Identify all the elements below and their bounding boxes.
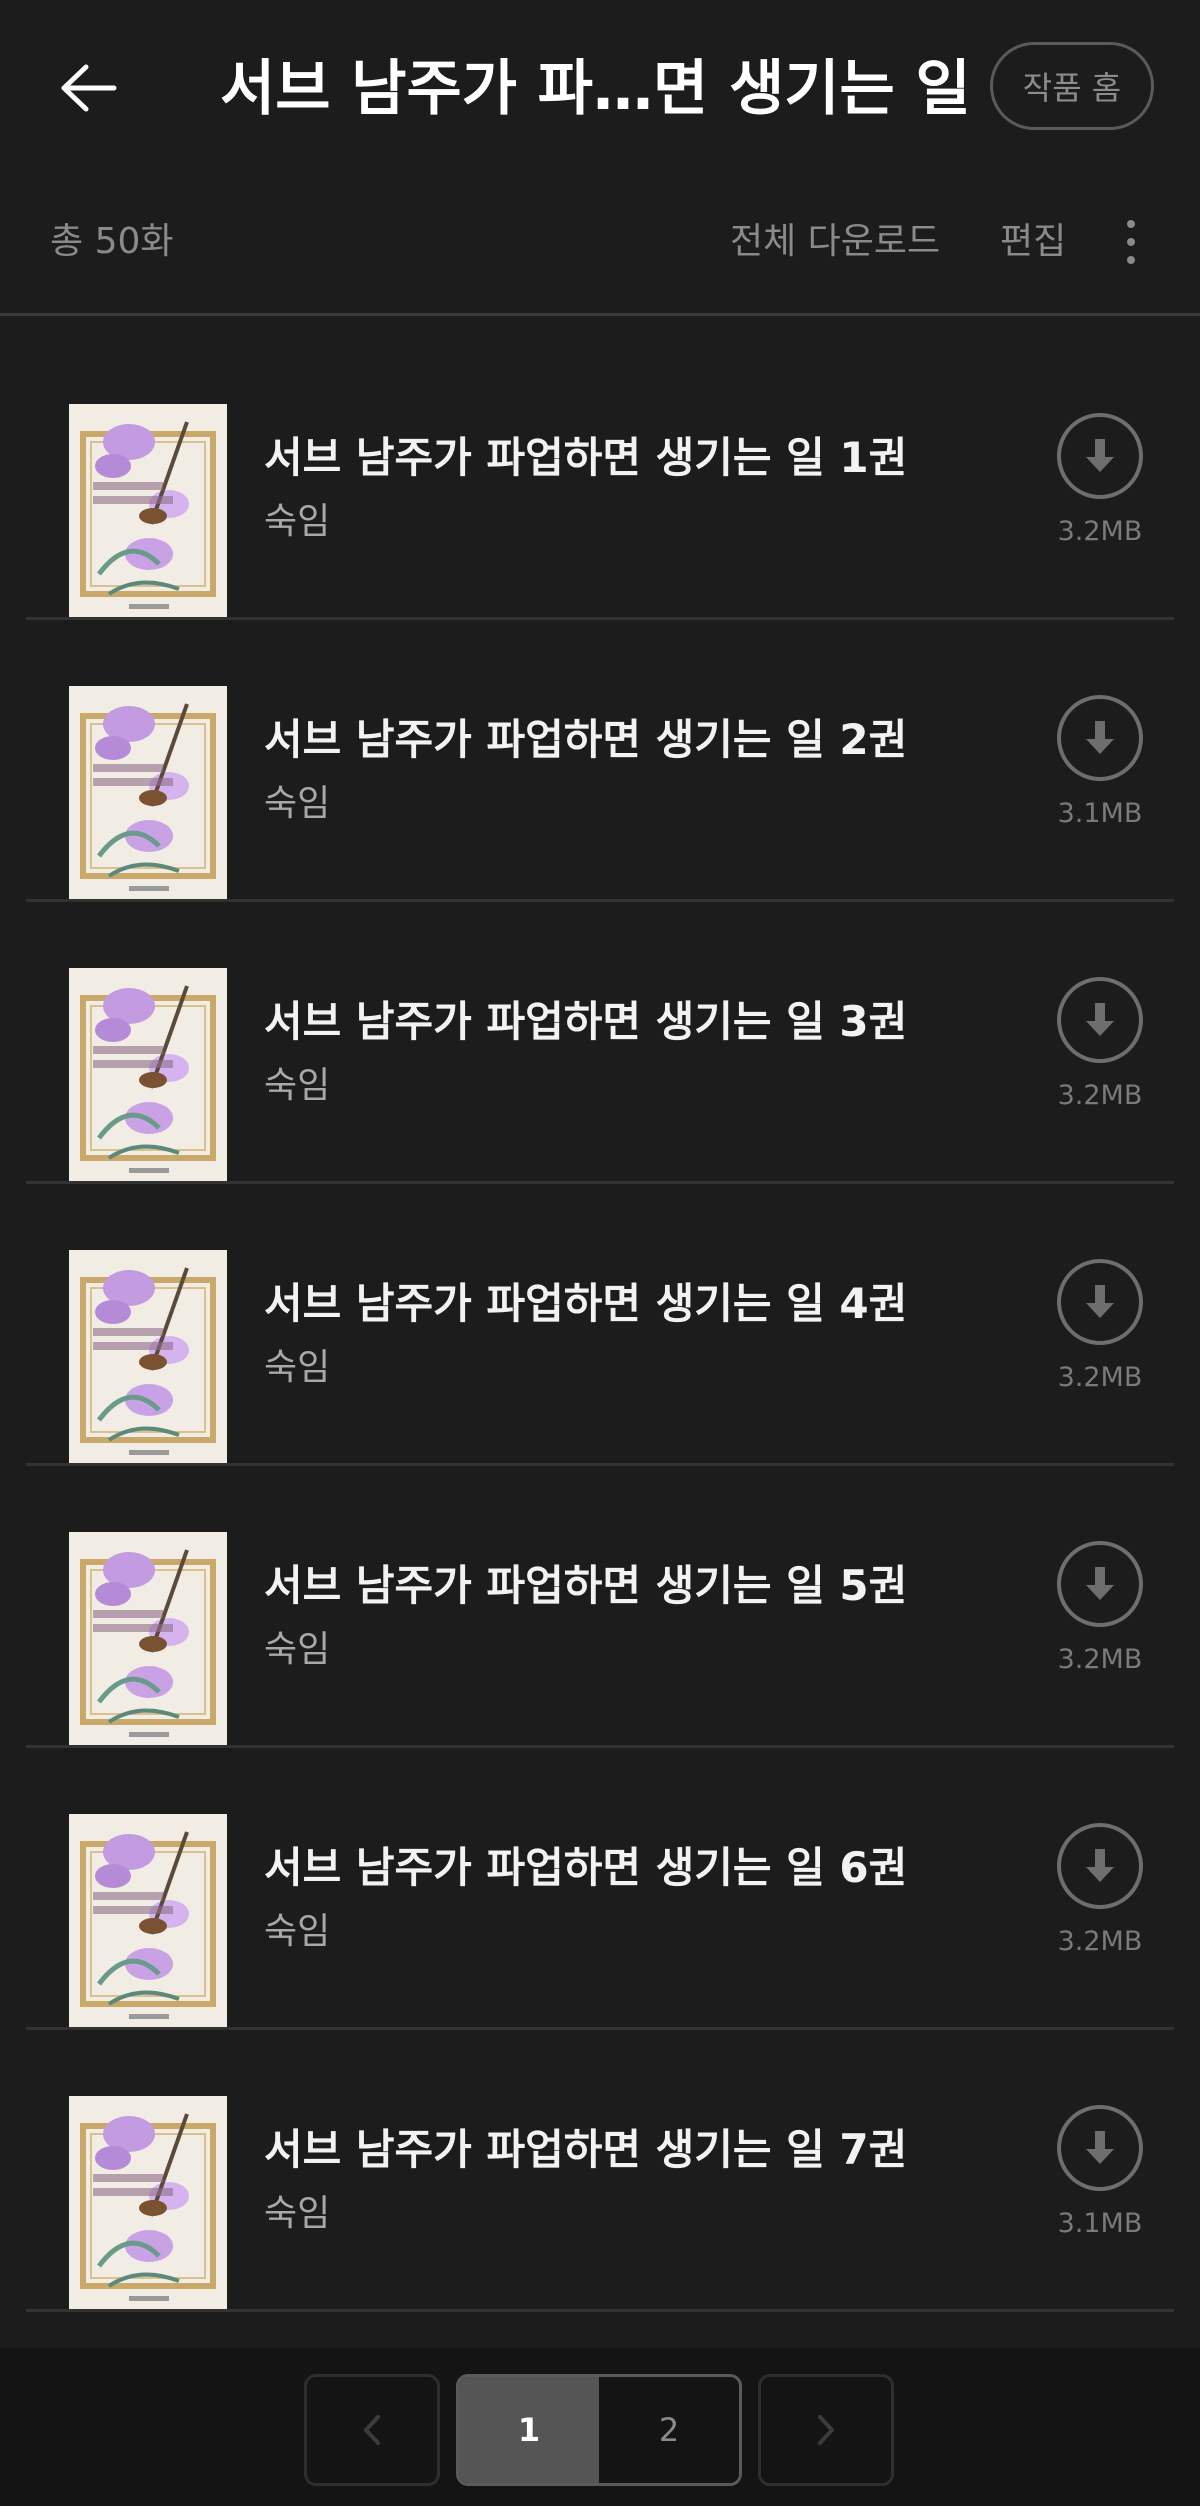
episode-title: 서브 남주가 파업하면 생기는 일 1권 xyxy=(264,433,908,482)
download-icon xyxy=(1057,1823,1143,1909)
episode-item[interactable]: 서브 남주가 파업하면 생기는 일 1권 숙임 3.2MB xyxy=(26,340,1174,620)
item-divider xyxy=(26,1745,1174,1748)
download-button[interactable] xyxy=(1056,1822,1144,1910)
download-button[interactable] xyxy=(1056,1540,1144,1628)
episode-author: 숙임 xyxy=(264,501,331,542)
episode-count: 총 50화 xyxy=(50,221,174,262)
page-title: 서브 남주가 파…면 생기는 일 xyxy=(220,54,970,124)
episode-item[interactable]: 서브 남주가 파업하면 생기는 일 3권 숙임 3.2MB xyxy=(26,904,1174,1184)
book-cover xyxy=(69,1532,227,1746)
download-button[interactable] xyxy=(1056,1258,1144,1346)
file-size: 3.2MB xyxy=(1057,1362,1143,1393)
back-arrow-icon xyxy=(61,64,117,112)
page-2-button[interactable]: 2 xyxy=(599,2377,739,2483)
book-cover xyxy=(69,404,227,618)
episode-item[interactable]: 서브 남주가 파업하면 생기는 일 5권 숙임 3.2MB xyxy=(26,1468,1174,1748)
download-all-button[interactable]: 전체 다운로드 xyxy=(730,200,940,284)
chevron-left-icon xyxy=(364,2415,380,2445)
episode-item[interactable]: 서브 남주가 파업하면 생기는 일 2권 숙임 3.1MB xyxy=(26,622,1174,902)
episode-title: 서브 남주가 파업하면 생기는 일 3권 xyxy=(264,997,908,1046)
episode-author: 숙임 xyxy=(264,1911,331,1952)
edit-button[interactable]: 편집 xyxy=(1000,200,1066,284)
more-options-button[interactable] xyxy=(1110,216,1152,268)
download-icon xyxy=(1057,413,1143,499)
item-divider xyxy=(26,2309,1174,2312)
file-size: 3.2MB xyxy=(1057,1644,1143,1675)
download-icon xyxy=(1057,2105,1143,2191)
file-size: 3.2MB xyxy=(1057,516,1143,547)
episode-author: 숙임 xyxy=(264,1347,331,1388)
episode-title: 서브 남주가 파업하면 생기는 일 2권 xyxy=(264,715,908,764)
book-cover xyxy=(69,2096,227,2310)
download-icon xyxy=(1057,977,1143,1063)
page-number-group: 1 2 xyxy=(456,2374,742,2486)
book-cover xyxy=(69,1250,227,1464)
book-cover xyxy=(69,686,227,900)
episode-title: 서브 남주가 파업하면 생기는 일 7권 xyxy=(264,2125,908,2174)
file-size: 3.1MB xyxy=(1057,798,1143,829)
download-icon xyxy=(1057,1259,1143,1345)
pagination-bar: 1 2 xyxy=(0,2348,1200,2506)
prev-page-button[interactable] xyxy=(304,2374,440,2486)
episode-author: 숙임 xyxy=(264,783,331,824)
app-header: 서브 남주가 파…면 생기는 일 작품 홈 xyxy=(0,0,1200,172)
item-divider xyxy=(26,617,1174,620)
download-button[interactable] xyxy=(1056,694,1144,782)
book-cover xyxy=(69,968,227,1182)
download-icon xyxy=(1057,1541,1143,1627)
item-divider xyxy=(26,1181,1174,1184)
episode-title: 서브 남주가 파업하면 생기는 일 6권 xyxy=(264,1843,908,1892)
page-1-button[interactable]: 1 xyxy=(459,2377,599,2483)
header-divider xyxy=(0,313,1200,316)
back-button[interactable] xyxy=(48,48,128,128)
file-size: 3.2MB xyxy=(1057,1926,1143,1957)
episode-author: 숙임 xyxy=(264,1629,331,1670)
download-button[interactable] xyxy=(1056,2104,1144,2192)
work-home-button[interactable]: 작품 홈 xyxy=(990,42,1154,130)
list-toolbar: 총 50화 전체 다운로드 편집 xyxy=(0,200,1200,284)
episode-author: 숙임 xyxy=(264,1065,331,1106)
episode-item[interactable]: 서브 남주가 파업하면 생기는 일 7권 숙임 3.1MB xyxy=(26,2032,1174,2312)
item-divider xyxy=(26,2027,1174,2030)
download-button[interactable] xyxy=(1056,412,1144,500)
episode-item[interactable]: 서브 남주가 파업하면 생기는 일 6권 숙임 3.2MB xyxy=(26,1750,1174,2030)
episode-item[interactable]: 서브 남주가 파업하면 생기는 일 4권 숙임 3.2MB xyxy=(26,1186,1174,1466)
next-page-button[interactable] xyxy=(758,2374,894,2486)
file-size: 3.2MB xyxy=(1057,1080,1143,1111)
book-cover xyxy=(69,1814,227,2028)
more-vertical-icon xyxy=(1127,220,1135,264)
episode-author: 숙임 xyxy=(264,2193,331,2234)
file-size: 3.1MB xyxy=(1057,2208,1143,2239)
download-button[interactable] xyxy=(1056,976,1144,1064)
episode-title: 서브 남주가 파업하면 생기는 일 4권 xyxy=(264,1279,908,1328)
download-icon xyxy=(1057,695,1143,781)
item-divider xyxy=(26,899,1174,902)
item-divider xyxy=(26,1463,1174,1466)
chevron-right-icon xyxy=(818,2415,834,2445)
episode-title: 서브 남주가 파업하면 생기는 일 5권 xyxy=(264,1561,908,1610)
